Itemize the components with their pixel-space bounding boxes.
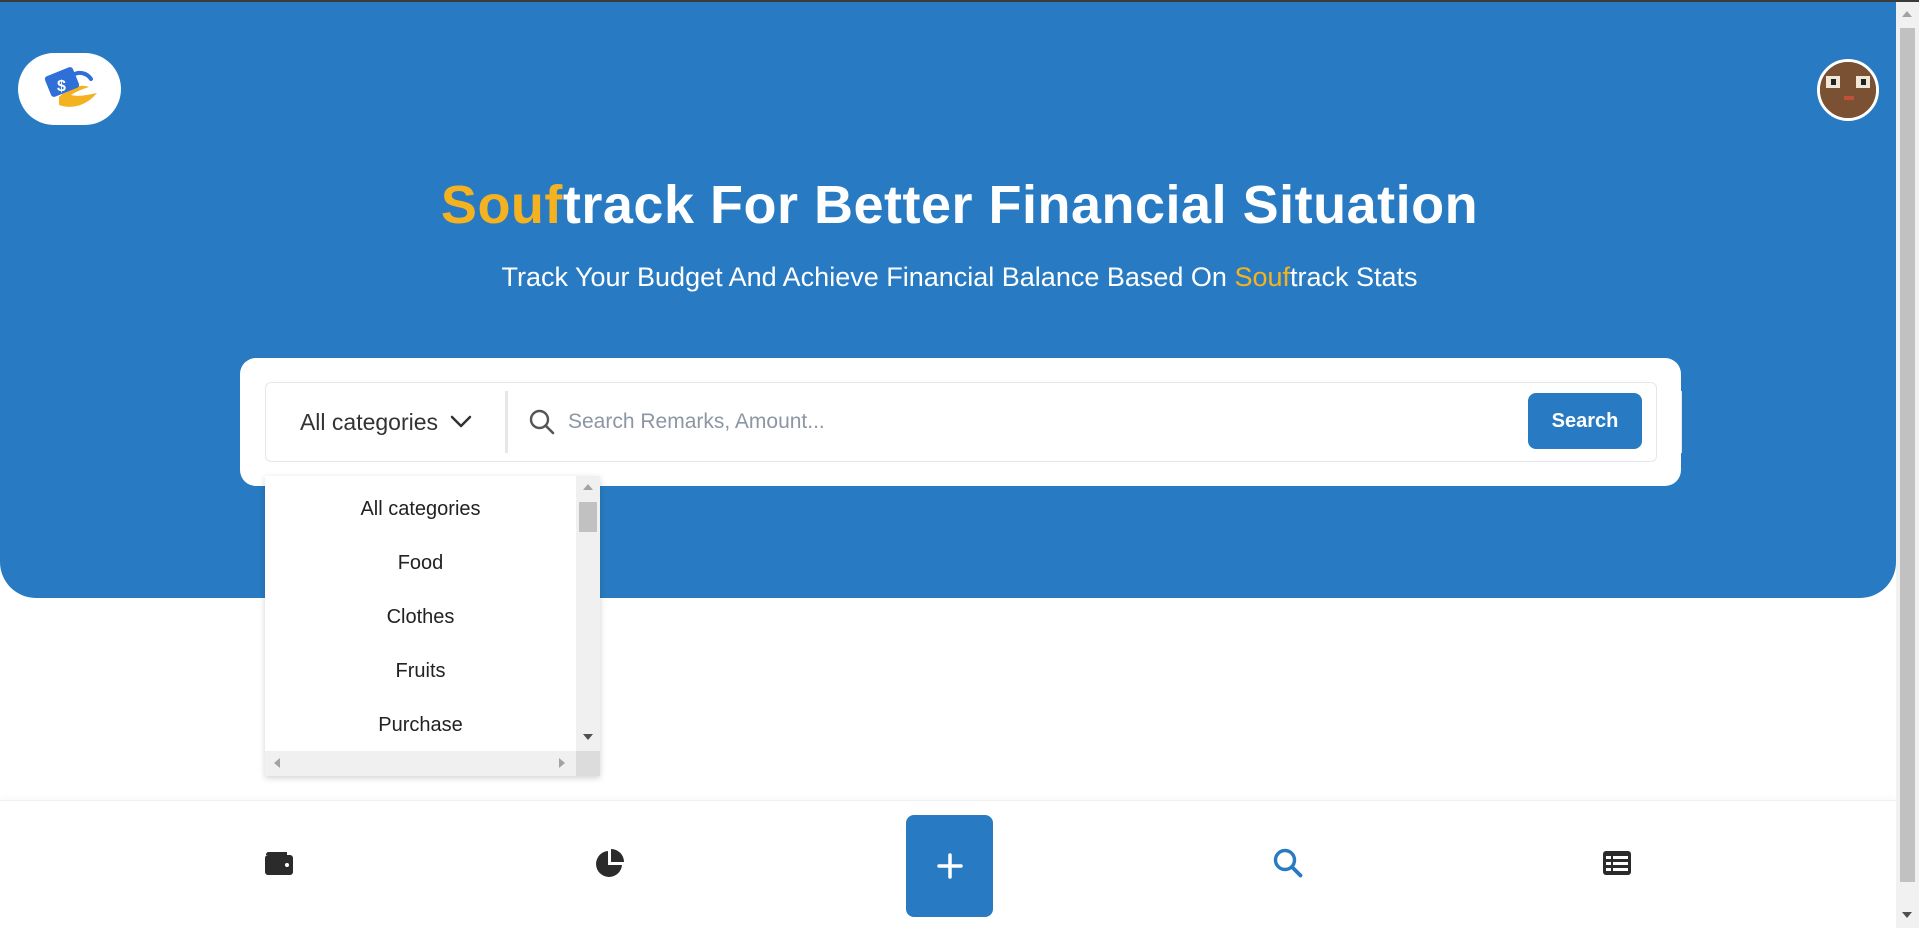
- search-button[interactable]: Search: [1528, 393, 1642, 449]
- search-icon: [1273, 848, 1303, 878]
- search-icon: [529, 409, 555, 435]
- subtitle-text-start: Track Your Budget And Achieve Financial …: [501, 262, 1235, 292]
- scroll-right-arrow-icon[interactable]: [559, 758, 565, 768]
- svg-text:$: $: [57, 78, 66, 95]
- subtitle-text-end: track Stats: [1289, 262, 1418, 292]
- category-select-value: All categories: [299, 408, 439, 435]
- search-divider: [505, 391, 508, 453]
- dropdown-scroll-thumb[interactable]: [579, 502, 597, 532]
- subtitle-brand-accent: Souf: [1234, 262, 1290, 292]
- category-option-fruits[interactable]: Fruits: [265, 644, 576, 698]
- dropdown-vertical-scrollbar[interactable]: [576, 476, 600, 751]
- scrollbar-corner: [576, 751, 600, 776]
- user-avatar[interactable]: [1817, 59, 1879, 121]
- category-options-list: All categories Food Clothes Fruits Purch…: [265, 476, 576, 751]
- list-icon: [1603, 851, 1631, 875]
- bottom-nav: [0, 800, 1896, 928]
- chevron-down-icon: [450, 415, 472, 428]
- search-input[interactable]: [568, 398, 1268, 446]
- add-transaction-button[interactable]: [906, 815, 993, 917]
- wallet-icon: [265, 852, 293, 875]
- category-dropdown: All categories Food Clothes Fruits Purch…: [265, 476, 600, 776]
- category-select[interactable]: All categories: [266, 383, 506, 461]
- nav-search[interactable]: [1268, 843, 1308, 883]
- page-scrollbar[interactable]: [1896, 2, 1919, 928]
- search-bar-end-divider: [1681, 391, 1682, 453]
- app-logo[interactable]: $: [18, 53, 121, 125]
- scroll-left-arrow-icon[interactable]: [274, 758, 280, 768]
- page-title: Souftrack For Better Financial Situation: [0, 174, 1919, 236]
- nav-wallet[interactable]: [259, 843, 299, 883]
- search-bar: All categories Search: [265, 382, 1682, 462]
- page-scroll-thumb[interactable]: [1900, 28, 1915, 882]
- title-text: track For Better Financial Situation: [562, 175, 1479, 235]
- avatar-image: [1820, 62, 1876, 118]
- category-option-food[interactable]: Food: [265, 536, 576, 590]
- scroll-up-arrow-icon[interactable]: [583, 484, 593, 490]
- category-option-clothes[interactable]: Clothes: [265, 590, 576, 644]
- nav-list[interactable]: [1597, 843, 1637, 883]
- logo-icon: $: [44, 67, 97, 107]
- search-card: All categories Search: [240, 358, 1682, 486]
- title-brand-accent: Souf: [440, 175, 563, 235]
- category-option-all[interactable]: All categories: [265, 482, 576, 536]
- nav-stats[interactable]: [590, 843, 630, 883]
- page-scroll-down-arrow-icon[interactable]: [1902, 912, 1912, 918]
- page-scroll-up-arrow-icon[interactable]: [1902, 11, 1912, 17]
- category-option-purchase[interactable]: Purchase: [265, 698, 576, 751]
- plus-icon: [936, 853, 963, 879]
- pie-chart-icon: [596, 849, 624, 877]
- scroll-down-arrow-icon[interactable]: [583, 734, 593, 740]
- dropdown-horizontal-scrollbar[interactable]: [265, 751, 576, 776]
- page-subtitle: Track Your Budget And Achieve Financial …: [0, 262, 1919, 293]
